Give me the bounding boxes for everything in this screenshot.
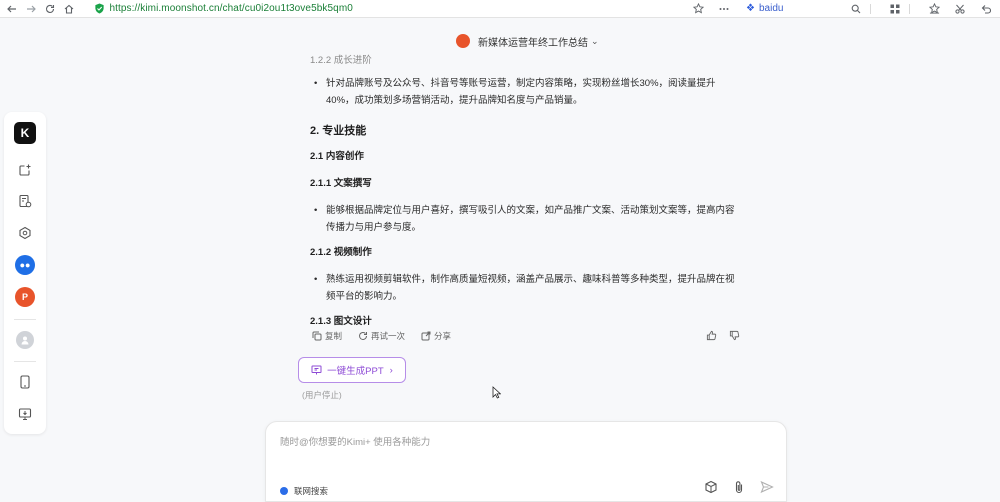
- ppt-avatar-icon: P: [15, 286, 35, 307]
- copy-label: 复制: [325, 331, 343, 341]
- bookmark-star-icon[interactable]: [690, 1, 706, 17]
- search-engine-label: baidu: [758, 3, 784, 14]
- chat-input-placeholder[interactable]: 随时@你想要的Kimi+ 使用各种能力: [280, 434, 430, 448]
- chevron-right-icon: ›: [389, 364, 393, 376]
- thumbs-up-icon[interactable]: [706, 330, 717, 343]
- secure-shield-icon: [95, 3, 105, 14]
- bullet-list: 针对品牌账号及公众号、抖音号等账号运营，制定内容策略，实现粉丝增长30%，阅读量…: [300, 75, 740, 109]
- kimi-logo-icon[interactable]: K: [14, 122, 36, 144]
- share-label: 分享: [434, 331, 452, 341]
- cube-icon[interactable]: [702, 478, 720, 496]
- heading-1-2-2: 1.2.2 成长进阶: [310, 55, 372, 66]
- chat-input-box[interactable]: 随时@你想要的Kimi+ 使用各种能力 联网搜索: [265, 421, 787, 502]
- retry-label: 再试一次: [371, 331, 406, 341]
- home-icon[interactable]: [61, 1, 76, 17]
- attach-paperclip-icon[interactable]: [730, 478, 748, 496]
- url-text: https://kimi.moonshot.cn/chat/cu0i2ou1t3…: [109, 3, 353, 14]
- more-icon[interactable]: [716, 1, 732, 17]
- baidu-paw-icon: ❖: [746, 3, 755, 14]
- send-icon[interactable]: [758, 478, 776, 496]
- message-actions: 复制 再试一次 分享: [312, 329, 740, 343]
- bullet-list: 能够根据品牌定位与用户喜好，撰写吸引人的文案，如产品推广文案、活动策划文案等，提…: [300, 202, 740, 236]
- copy-icon: [312, 331, 322, 341]
- copy-button[interactable]: 复制: [312, 330, 342, 342]
- refresh-icon: [359, 331, 368, 340]
- assistant-message: 1.2.2 成长进阶 针对品牌账号及公众号、抖音号等账号运营，制定内容策略，实现…: [300, 52, 740, 340]
- list-item: 熟练运用视频剪辑软件，制作高质量短视频，涵盖产品展示、趣味科普等多种类型，提升品…: [300, 271, 740, 305]
- chevron-down-icon: ⌄: [591, 35, 599, 46]
- toolbar-divider: [909, 3, 910, 14]
- toolbar-divider: [870, 3, 871, 14]
- search-icon[interactable]: [848, 1, 864, 17]
- history-icon[interactable]: [13, 190, 37, 214]
- search-engine-selector[interactable]: ❖ baidu: [746, 3, 838, 14]
- share-icon: [421, 331, 431, 341]
- generate-ppt-button[interactable]: 一键生成PPT ›: [298, 357, 406, 383]
- web-search-label: 联网搜索: [294, 486, 329, 496]
- assistant-avatar-ppt[interactable]: P: [13, 285, 37, 309]
- retry-button[interactable]: 再试一次: [358, 330, 405, 342]
- desktop-download-icon[interactable]: [13, 402, 37, 426]
- favorites-star-icon[interactable]: [926, 1, 942, 17]
- user-avatar[interactable]: [13, 328, 37, 352]
- browser-toolbar: https://kimi.moonshot.cn/chat/cu0i2ou1t3…: [0, 0, 1000, 18]
- rail-divider: [14, 361, 36, 363]
- mouse-cursor-icon: [492, 386, 501, 399]
- glasses-avatar-icon: ●●: [15, 255, 35, 276]
- heading-skills: 2. 专业技能: [310, 125, 367, 137]
- left-sidebar: K ●● P: [4, 112, 46, 434]
- user-icon: [16, 330, 34, 349]
- toggle-dot-icon: [280, 487, 288, 495]
- list-item: 针对品牌账号及公众号、抖音号等账号运营，制定内容策略，实现粉丝增长30%，阅读量…: [300, 75, 740, 109]
- chat-title-text: 新媒体运营年终工作总结: [478, 37, 588, 49]
- undo-icon[interactable]: [978, 1, 994, 17]
- web-search-toggle[interactable]: 联网搜索: [280, 485, 328, 497]
- share-button[interactable]: 分享: [421, 330, 451, 342]
- address-bar[interactable]: https://kimi.moonshot.cn/chat/cu0i2ou1t3…: [94, 1, 680, 17]
- generate-ppt-label: 一键生成PPT: [327, 366, 384, 377]
- list-item: 能够根据品牌定位与用户喜好，撰写吸引人的文案，如产品推广文案、活动策划文案等，提…: [300, 202, 740, 236]
- heading-copywriting: 2.1.1 文案撰写: [310, 178, 372, 189]
- phone-icon[interactable]: [13, 370, 37, 394]
- forward-icon[interactable]: [23, 1, 38, 17]
- bullet-list: 熟练运用视频剪辑软件，制作高质量短视频，涵盖产品展示、趣味科普等多种类型，提升品…: [300, 271, 740, 305]
- presentation-icon: [311, 365, 322, 375]
- ppt-badge-icon: [456, 34, 470, 48]
- heading-content-creation: 2.1 内容创作: [310, 151, 364, 162]
- user-stopped-note: (用户停止): [302, 390, 342, 400]
- heading-graphic: 2.1.3 图文设计: [310, 316, 372, 327]
- reload-icon[interactable]: [42, 1, 57, 17]
- apps-grid-icon[interactable]: [887, 1, 903, 17]
- explore-icon[interactable]: [13, 221, 37, 245]
- new-chat-icon[interactable]: [13, 158, 37, 182]
- heading-video: 2.1.2 视频制作: [310, 247, 372, 258]
- assistant-avatar-blue[interactable]: ●●: [13, 253, 37, 277]
- back-icon[interactable]: [4, 1, 19, 17]
- rail-divider: [14, 318, 36, 320]
- scissors-icon[interactable]: [952, 1, 968, 17]
- thumbs-down-icon[interactable]: [729, 330, 740, 343]
- chat-title-dropdown[interactable]: 新媒体运营年终工作总结 ⌄: [456, 32, 599, 50]
